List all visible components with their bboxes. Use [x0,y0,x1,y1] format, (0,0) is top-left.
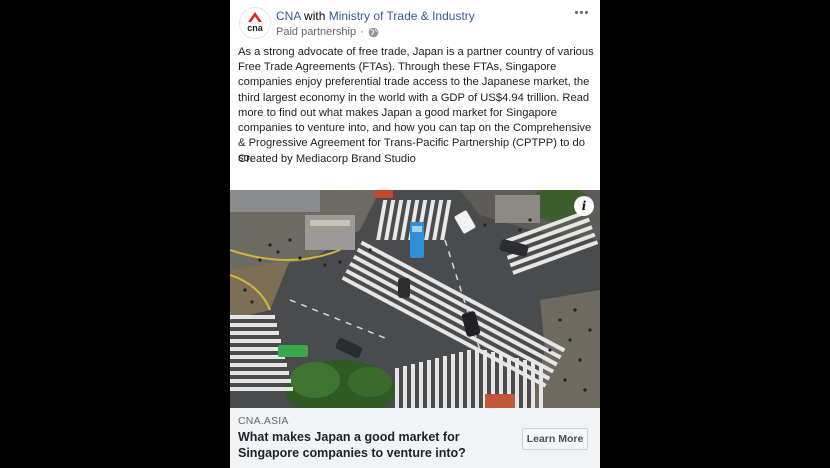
sponsored-post-card: cna CNA with Ministry of Trade & Industr… [230,0,600,468]
intersection-aerial-photo [230,190,600,408]
link-headline[interactable]: What makes Japan a good market for Singa… [238,429,508,461]
cna-logo-icon: cna [239,7,271,39]
post-meta: Paid partnership · [276,26,379,38]
more-options-button[interactable] [570,4,592,20]
dot [579,10,583,14]
dot [574,10,578,14]
post-credit: Created by Mediacorp Brand Studio [238,153,416,165]
link-preview[interactable]: CNA.ASIA What makes Japan a good market … [230,408,600,468]
paid-partnership-label[interactable]: Paid partnership [276,26,356,38]
post-header: cna CNA with Ministry of Trade & Industr… [230,0,600,44]
ad-info-button[interactable]: i [574,196,594,216]
link-domain: CNA.ASIA [238,415,289,427]
post-body-text: As a strong advocate of free trade, Japa… [238,46,594,165]
with-text: with [304,9,326,23]
globe-icon [368,27,379,37]
learn-more-button[interactable]: Learn More [522,428,588,450]
dot [584,10,588,14]
partner-name-link[interactable]: Ministry of Trade & Industry [329,9,475,23]
cna-logo-avatar[interactable]: cna [239,7,271,39]
post-author-line: CNA with Ministry of Trade & Industry [276,9,475,23]
page-name-link[interactable]: CNA [276,9,301,23]
post-image[interactable]: i [230,190,600,408]
svg-text:cna: cna [247,23,264,33]
middot: · [360,26,364,38]
